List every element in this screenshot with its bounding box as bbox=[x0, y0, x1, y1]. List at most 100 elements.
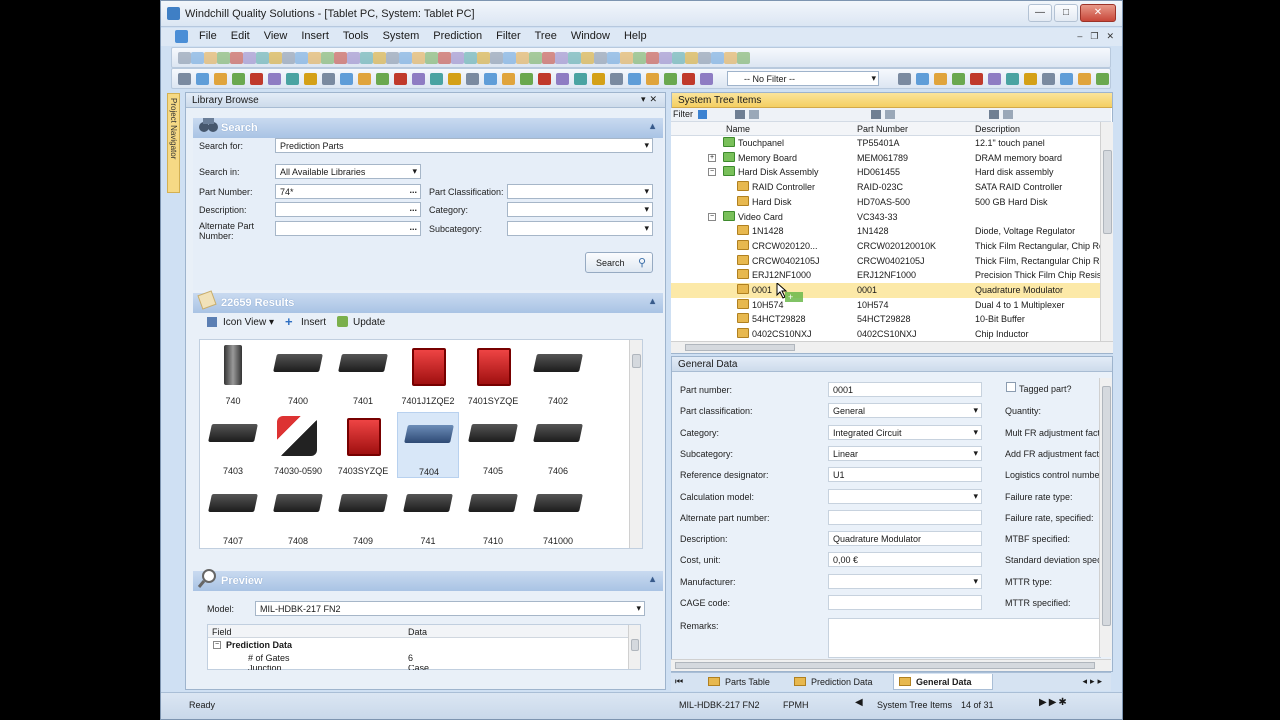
result-item[interactable]: 7410 bbox=[462, 482, 524, 548]
filter-select[interactable]: -- No Filter -- bbox=[727, 71, 879, 86]
result-item[interactable]: 7403SYZQE bbox=[332, 412, 394, 478]
toolbar-icon[interactable] bbox=[737, 52, 750, 64]
menu-tools[interactable]: Tools bbox=[343, 30, 369, 42]
close-button[interactable]: ✕ bbox=[1080, 4, 1116, 22]
general-vscrollbar[interactable] bbox=[1099, 378, 1112, 657]
tree-row[interactable]: RAID Controller RAID-023C SATA RAID Contro… bbox=[671, 180, 1101, 195]
tree-row[interactable]: CRCW020120... CRCW020120010K Thick Film Re… bbox=[671, 239, 1101, 254]
results-section-header[interactable]: 22659 Results ▲ bbox=[193, 290, 663, 313]
menu-insert[interactable]: Insert bbox=[301, 30, 329, 42]
mdi-minimize-icon[interactable]: – bbox=[1077, 31, 1082, 42]
menu-help[interactable]: Help bbox=[624, 30, 647, 42]
toolbar-icon[interactable] bbox=[672, 52, 685, 64]
toolbar-icon[interactable] bbox=[191, 52, 204, 64]
preview-section-header[interactable]: Preview ▲ bbox=[193, 569, 663, 591]
toolbar-icon[interactable] bbox=[711, 52, 724, 64]
tree-hscrollbar[interactable] bbox=[671, 341, 1113, 353]
toolbar-icon[interactable] bbox=[204, 52, 217, 64]
result-item[interactable]: 7404 bbox=[397, 412, 459, 478]
tab-prediction-data[interactable]: Prediction Data bbox=[789, 674, 889, 690]
toolbar-icon[interactable] bbox=[628, 73, 641, 85]
part-classification-select[interactable] bbox=[507, 184, 653, 199]
general-field-input[interactable] bbox=[828, 488, 982, 504]
result-item[interactable]: 7403 bbox=[202, 412, 264, 478]
toolbar-icon[interactable] bbox=[425, 52, 438, 64]
toolbar-icon[interactable] bbox=[556, 73, 569, 85]
expand-toggle-icon[interactable]: − bbox=[708, 212, 716, 221]
tree-row[interactable]: 10H574 10H574 Dual 4 to 1 Multiplexer bbox=[671, 298, 1101, 313]
toolbar-icon[interactable] bbox=[466, 73, 479, 85]
result-item[interactable]: 7400 bbox=[267, 342, 329, 408]
toolbar-icon[interactable] bbox=[340, 73, 353, 85]
search-section-header[interactable]: Search ▲ bbox=[193, 118, 663, 138]
toolbar-icon[interactable] bbox=[295, 52, 308, 64]
tree-row[interactable]: 0001 0001 Quadrature Modulator bbox=[671, 283, 1101, 298]
model-select[interactable]: MIL-HDBK-217 FN2 bbox=[255, 601, 645, 616]
toolbar-icon[interactable] bbox=[685, 52, 698, 64]
result-item[interactable]: 7401SYZQE bbox=[462, 342, 524, 408]
remarks-textarea[interactable] bbox=[828, 618, 1101, 658]
toolbar-icon[interactable] bbox=[970, 73, 983, 85]
result-item[interactable]: 7405 bbox=[462, 412, 524, 478]
result-item[interactable]: 7409 bbox=[332, 482, 394, 548]
toolbar-icon[interactable] bbox=[286, 73, 299, 85]
toolbar-icon[interactable] bbox=[178, 52, 191, 64]
toolbar-icon[interactable] bbox=[538, 73, 551, 85]
toolbar-icon[interactable] bbox=[502, 73, 515, 85]
toolbar-icon[interactable] bbox=[700, 73, 713, 85]
tree-row[interactable]: ERJ12NF1000 ERJ12NF1000 Precision Thick Fi… bbox=[671, 268, 1101, 283]
toolbar-icon[interactable] bbox=[230, 52, 243, 64]
toolbar-icon[interactable] bbox=[214, 73, 227, 85]
toolbar-icon[interactable] bbox=[592, 73, 605, 85]
result-item[interactable]: 7401 bbox=[332, 342, 394, 408]
toolbar-icon[interactable] bbox=[373, 52, 386, 64]
toolbar-icon[interactable] bbox=[334, 52, 347, 64]
result-item[interactable]: 7407 bbox=[202, 482, 264, 548]
tree-row[interactable]: Touchpanel TP55401A 12.1" touch panel bbox=[671, 136, 1101, 151]
result-item[interactable]: 741000 bbox=[527, 482, 589, 548]
toolbar-icon[interactable] bbox=[269, 52, 282, 64]
toolbar-icon[interactable] bbox=[633, 52, 646, 64]
subcategory-select[interactable] bbox=[507, 221, 653, 236]
toolbar-icon[interactable] bbox=[607, 52, 620, 64]
toolbar-icon[interactable] bbox=[347, 52, 360, 64]
menu-filter[interactable]: Filter bbox=[496, 30, 520, 42]
general-field-input[interactable]: 0001 bbox=[828, 382, 982, 397]
toolbar-icon[interactable] bbox=[256, 52, 269, 64]
toolbar-icon[interactable] bbox=[308, 52, 321, 64]
general-field-input[interactable]: Quadrature Modulator bbox=[828, 531, 982, 547]
toolbar-icon[interactable] bbox=[529, 52, 542, 64]
toolbar-icon[interactable] bbox=[659, 52, 672, 64]
toolbar-icon[interactable] bbox=[724, 52, 737, 64]
toolbar-icon[interactable] bbox=[698, 52, 711, 64]
general-field-input[interactable] bbox=[828, 595, 982, 610]
column-filter-icon[interactable] bbox=[871, 110, 881, 119]
toolbar-icon[interactable] bbox=[399, 52, 412, 64]
column-filter-icon[interactable] bbox=[1003, 110, 1013, 119]
preview-group-collapse-icon[interactable]: − bbox=[213, 641, 221, 649]
result-item[interactable]: 7402 bbox=[527, 342, 589, 408]
tab-parts-table[interactable]: Parts Table bbox=[703, 674, 787, 690]
toolbar-icon[interactable] bbox=[581, 52, 594, 64]
tree-row[interactable]: 0402CS10NXJ 0402CS10NXJ Chip Inductor bbox=[671, 327, 1101, 341]
toolbar-icon[interactable] bbox=[610, 73, 623, 85]
toolbar-icon[interactable] bbox=[646, 52, 659, 64]
menu-prediction[interactable]: Prediction bbox=[433, 30, 482, 42]
column-filter-icon[interactable] bbox=[989, 110, 999, 119]
icon-view-menu[interactable]: Icon View ▾ bbox=[223, 317, 274, 328]
tagged-part-checkbox[interactable] bbox=[1006, 382, 1016, 392]
toolbar-icon[interactable] bbox=[268, 73, 281, 85]
tree-row[interactable]: − Video Card VC343-33 bbox=[671, 210, 1101, 225]
menu-system[interactable]: System bbox=[383, 30, 420, 42]
general-field-input[interactable]: General bbox=[828, 403, 982, 419]
tree-row[interactable]: − Hard Disk Assembly HD061455 Hard disk ass… bbox=[671, 165, 1101, 180]
toolbar-icon[interactable] bbox=[451, 52, 464, 64]
col-description[interactable]: Description bbox=[975, 124, 1020, 134]
results-collapse-icon[interactable]: ▲ bbox=[648, 296, 657, 306]
toolbar-icon[interactable] bbox=[988, 73, 1001, 85]
toolbar-icon[interactable] bbox=[664, 73, 677, 85]
filter-icon[interactable] bbox=[698, 110, 707, 119]
nav-first-button[interactable]: ◀ bbox=[855, 697, 863, 708]
menu-edit[interactable]: Edit bbox=[231, 30, 250, 42]
tree-row[interactable]: + Memory Board MEM061789 DRAM memory board bbox=[671, 151, 1101, 166]
